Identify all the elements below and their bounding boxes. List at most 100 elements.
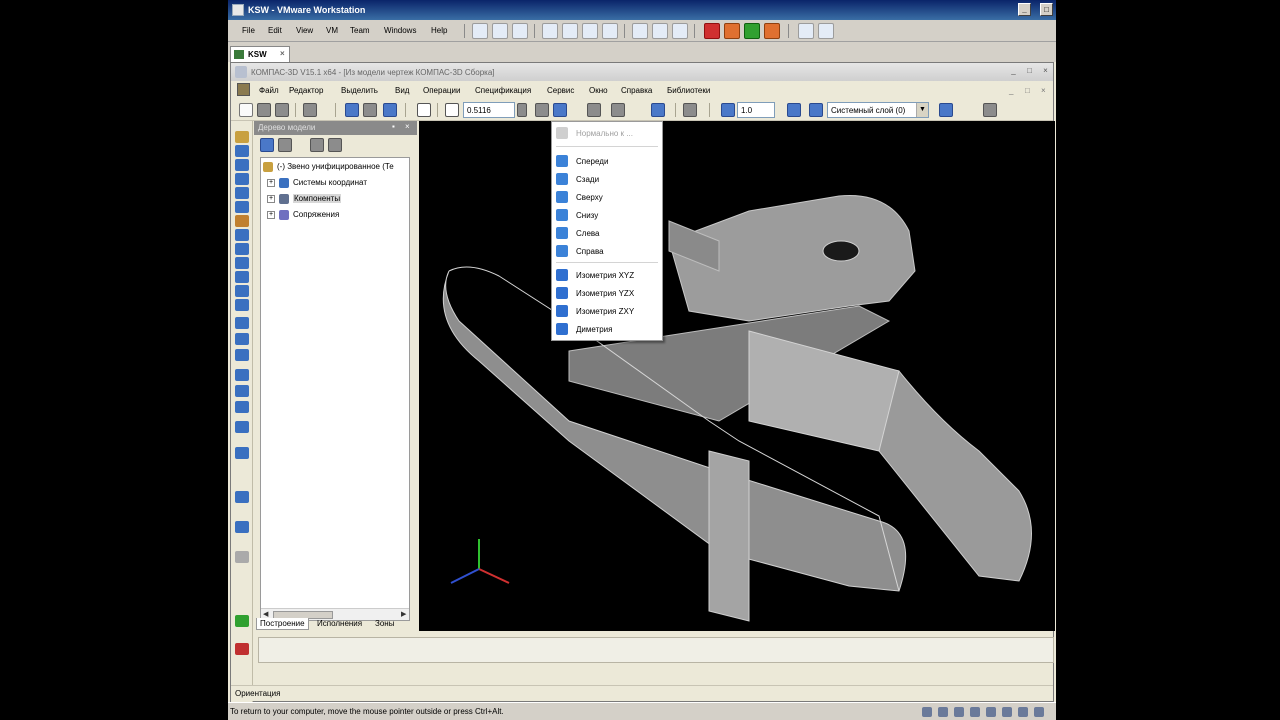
zoom-dropdown-icon[interactable] (517, 103, 527, 117)
expand-icon[interactable]: + (267, 179, 275, 187)
tool-icon-19[interactable] (235, 401, 249, 413)
menu-item-back[interactable]: Сзади (552, 170, 662, 188)
undo-icon[interactable] (345, 103, 359, 117)
zoom-window-icon[interactable] (417, 103, 431, 117)
doc-minimize-icon[interactable]: _ (1009, 86, 1013, 95)
tool-icon-24[interactable] (235, 551, 249, 563)
tab-build[interactable]: Построение (256, 618, 309, 630)
vm-menu-edit[interactable]: Edit (268, 26, 282, 35)
orientation-icon[interactable] (553, 103, 567, 117)
maximize-icon[interactable]: □ (1023, 65, 1036, 78)
power-on-icon[interactable] (744, 23, 760, 39)
menu-item-left[interactable]: Слева (552, 224, 662, 242)
tool-icon-15[interactable] (235, 333, 249, 345)
tool-icon-7[interactable] (235, 215, 249, 227)
revert-snapshot-icon[interactable] (492, 23, 508, 39)
3d-viewport[interactable] (419, 121, 1055, 631)
vm-menu-view[interactable]: View (296, 26, 313, 35)
vm-menu-help[interactable]: Help (431, 26, 447, 35)
tool-icon-9[interactable] (235, 243, 249, 255)
tool-icon-23[interactable] (235, 521, 249, 533)
tool-icon-25[interactable] (235, 615, 249, 627)
menu-item-right[interactable]: Справа (552, 242, 662, 260)
snapshot-manager-icon[interactable] (512, 23, 528, 39)
tree-item-components[interactable]: + Компоненты (267, 194, 342, 204)
zoom-scale-input[interactable] (463, 102, 515, 118)
minimize-icon[interactable]: _ (1007, 65, 1020, 78)
movie-icon[interactable] (818, 23, 834, 39)
menu-item-front[interactable]: Спереди (552, 152, 662, 170)
console-view-icon[interactable] (602, 23, 618, 39)
vm-menu-vm[interactable]: VM (326, 26, 338, 35)
tool-icon-2[interactable] (235, 145, 249, 157)
coordinates-icon[interactable] (939, 103, 953, 117)
menu-item-dimetric[interactable]: Диметрия (552, 320, 662, 338)
menu-service[interactable]: Сервис (547, 86, 574, 95)
summary-icon[interactable] (672, 23, 688, 39)
rebuild-icon[interactable] (383, 103, 397, 117)
tool-icon-20[interactable] (235, 421, 249, 433)
tool-icon-1[interactable] (235, 131, 249, 143)
tool-icon-16[interactable] (235, 349, 249, 361)
vm-tab-ksw[interactable]: KSW × (230, 46, 290, 62)
quick-switch-icon[interactable] (562, 23, 578, 39)
vm-menu-windows[interactable]: Windows (384, 26, 416, 35)
minimize-icon[interactable]: _ (1018, 3, 1031, 16)
menu-editor[interactable]: Редактор (289, 86, 323, 95)
layer-select[interactable]: Системный слой (0) ▼ (827, 102, 929, 118)
sidebar-icon[interactable] (632, 23, 648, 39)
expand-icon[interactable]: + (267, 211, 275, 219)
menu-item-iso-zxy[interactable]: Изометрия ZXY (552, 302, 662, 320)
menu-item-iso-yzx[interactable]: Изометрия YZX (552, 284, 662, 302)
tool-icon-4[interactable] (235, 173, 249, 185)
pin-icon[interactable]: ▪ (392, 122, 395, 131)
cdrom-icon[interactable] (938, 707, 948, 717)
snap-icon[interactable] (787, 103, 801, 117)
suspend-icon[interactable] (724, 23, 740, 39)
grid-icon[interactable] (721, 103, 735, 117)
message-icon[interactable] (1034, 707, 1044, 717)
tool-icon-11[interactable] (235, 271, 249, 283)
sound-icon[interactable] (1002, 707, 1012, 717)
rotate-icon[interactable] (587, 103, 601, 117)
tree-item-coordinate-systems[interactable]: + Системы координат (267, 178, 367, 188)
vm-menu-team[interactable]: Team (350, 26, 370, 35)
doc-close-icon[interactable]: × (1041, 86, 1046, 95)
tabs-icon[interactable] (652, 23, 668, 39)
tree-mode-icon[interactable] (260, 138, 274, 152)
open-file-icon[interactable] (257, 103, 271, 117)
layer-icon[interactable] (809, 103, 823, 117)
close-icon[interactable]: × (1039, 65, 1052, 78)
snapshot-icon[interactable] (472, 23, 488, 39)
menu-file[interactable]: Файл (259, 86, 279, 95)
tree-root[interactable]: (-) Звено унифицированное (Те (263, 162, 394, 172)
printer-icon[interactable] (1018, 707, 1028, 717)
tool-icon-3[interactable] (235, 159, 249, 171)
menu-help[interactable]: Справка (621, 86, 652, 95)
tree-settings-icon[interactable] (328, 138, 342, 152)
tool-icon-13[interactable] (235, 299, 249, 311)
tree-structure-icon[interactable] (278, 138, 292, 152)
tool-icon-10[interactable] (235, 257, 249, 269)
tool-icon-17[interactable] (235, 369, 249, 381)
perspective-icon[interactable] (683, 103, 697, 117)
close-tab-icon[interactable]: × (280, 49, 285, 58)
redo-icon[interactable] (363, 103, 377, 117)
menu-libraries[interactable]: Библиотеки (667, 86, 710, 95)
close-icon[interactable]: × (405, 122, 410, 131)
tab-versions[interactable]: Исполнения (314, 618, 365, 629)
menu-item-bottom[interactable]: Снизу (552, 206, 662, 224)
capture-icon[interactable] (798, 23, 814, 39)
tree-item-mates[interactable]: + Сопряжения (267, 210, 339, 220)
tool-icon-18[interactable] (235, 385, 249, 397)
properties-icon[interactable] (983, 103, 997, 117)
tool-icon-5[interactable] (235, 187, 249, 199)
usb-icon[interactable] (986, 707, 996, 717)
menu-operations[interactable]: Операции (423, 86, 460, 95)
pan-icon[interactable] (535, 103, 549, 117)
tree-filter-icon[interactable] (310, 138, 324, 152)
tool-icon-26[interactable] (235, 643, 249, 655)
tool-icon-21[interactable] (235, 447, 249, 459)
menu-select[interactable]: Выделить (341, 86, 378, 95)
save-icon[interactable] (275, 103, 289, 117)
